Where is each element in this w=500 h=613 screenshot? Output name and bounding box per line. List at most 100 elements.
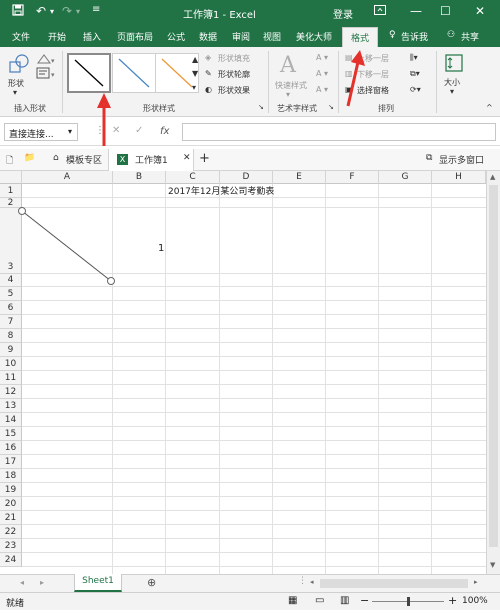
maximize-icon[interactable]: ☐ [440,4,451,18]
formula-input[interactable] [182,123,496,141]
send-backward-button[interactable]: 下移一层 [357,69,389,80]
tab-template-zone[interactable]: 模板专区 [66,153,102,166]
hscroll-left-icon[interactable]: ◂ [310,578,314,586]
align-icon[interactable]: ⫼▾ [410,53,418,63]
vertical-scrollbar[interactable]: ▲ ▼ [486,171,500,574]
undo-icon[interactable]: ↶ [36,4,46,18]
group-objects-icon[interactable]: ⧉▾ [410,69,420,79]
tell-me-icon[interactable]: ♀ [389,30,396,40]
send-backward-icon[interactable]: ▥ [345,69,353,78]
new-sheet-icon[interactable]: ⊕ [147,576,156,589]
gallery-scroll-down-icon[interactable]: ▼ [192,69,198,78]
wordart-icon[interactable]: A [280,53,296,78]
shape-dropdown-icon[interactable]: ▾ [13,88,17,97]
shapes-icon[interactable] [8,53,30,75]
horizontal-scrollbar[interactable] [320,579,468,588]
tab-review[interactable]: 审阅 [232,30,250,43]
page-layout-view-icon[interactable]: ▭ [315,595,324,606]
tab-file[interactable]: 文件 [12,30,30,43]
save-icon[interactable] [12,4,24,19]
gallery-more-icon[interactable]: ▾ [192,83,196,92]
sheet-next-icon[interactable]: ▸ [40,578,44,587]
open-folder-icon[interactable]: 📁 [24,153,35,163]
insert-function-icon[interactable]: fx [160,126,169,137]
zoom-level[interactable]: 100% [462,596,488,606]
rotate-icon[interactable]: ⟳▾ [410,85,421,94]
quick-styles-button[interactable]: 快速样式 [275,80,307,91]
scroll-down-icon[interactable]: ▼ [490,561,495,569]
shape-style-gallery-item-2[interactable] [112,53,156,93]
minimize-icon[interactable]: — [410,4,422,18]
shape-outline-button[interactable]: 形状轮廓 [218,69,250,80]
quick-styles-dropdown-icon[interactable]: ▾ [286,90,290,99]
gallery-scroll-up-icon[interactable]: ▲ [192,55,198,64]
tab-formulas[interactable]: 公式 [167,30,185,43]
spreadsheet-grid[interactable]: ABCDEFGH 1 2 3 4 5 6 7 8 9 10 11 12 13 14 15 16 17 18 19 20… [0,171,486,574]
share-icon[interactable]: ⚇ [447,30,455,40]
text-box-icon[interactable]: ▾ [36,67,58,79]
shape-fill-button[interactable]: 形状填充 [218,53,250,64]
tab-split-icon[interactable]: ⋮ [298,576,307,586]
tab-data[interactable]: 数据 [199,30,217,43]
bring-forward-button[interactable]: 上移一层 [357,53,389,64]
edit-shape-icon[interactable]: ▾ [36,53,58,65]
collapse-ribbon-icon[interactable]: ^ [486,103,493,112]
shape-effects-icon[interactable]: ◐ [205,85,212,94]
tab-workbook[interactable]: X 工作簿1 ✕ [108,149,194,171]
shape-style-gallery-item-1[interactable] [67,53,111,93]
tab-tell-me[interactable]: 告诉我 [401,30,428,43]
normal-view-icon[interactable]: ▦ [288,595,297,606]
add-tab-icon[interactable]: + [199,151,210,166]
selection-pane-button[interactable]: 选择窗格 [357,85,389,96]
customize-toolbar-icon[interactable]: ≡ [92,4,100,15]
zoom-in-icon[interactable]: + [448,594,457,607]
tab-insert[interactable]: 插入 [83,30,101,43]
name-box[interactable]: 直接连接... [4,123,78,141]
text-fill-icon[interactable]: A ▾ [316,53,328,62]
tab-format[interactable]: 格式 [342,27,379,47]
zoom-slider-thumb[interactable] [407,597,410,606]
wordart-launcher-icon[interactable]: ↘ [328,103,334,111]
page-break-view-icon[interactable]: ▥ [340,595,349,606]
shape-effects-button[interactable]: 形状效果 [218,85,250,96]
scroll-up-icon[interactable]: ▲ [490,173,495,181]
confirm-entry-icon[interactable]: ✓ [135,125,143,136]
sheet-tab-sheet1[interactable]: Sheet1 [74,574,122,592]
size-icon[interactable] [444,53,464,73]
tab-view[interactable]: 视图 [263,30,281,43]
selection-pane-icon[interactable]: ▣ [345,85,353,94]
tab-page-layout[interactable]: 页面布局 [117,30,153,43]
tab-beautify[interactable]: 美化大师 [296,30,332,43]
share-button[interactable]: 共享 [461,30,479,43]
windows-icon[interactable]: ⧉ [426,153,432,163]
line-start-handle[interactable] [18,207,26,215]
close-icon[interactable]: ✕ [475,4,485,18]
scroll-thumb[interactable] [489,185,498,547]
shape-outline-icon[interactable]: ✎ [205,69,212,78]
size-dropdown-icon[interactable]: ▾ [450,87,454,96]
shape-fill-icon[interactable]: ◈ [205,53,211,62]
cancel-entry-icon[interactable]: ✕ [112,125,120,136]
tab-home[interactable]: 开始 [48,30,66,43]
redo-icon[interactable]: ↷ [62,4,72,18]
diagonal-line-shape[interactable] [0,171,486,574]
close-tab-icon[interactable]: ✕ [183,153,191,163]
undo-dropdown-icon[interactable]: ▾ [50,7,54,16]
name-box-dropdown-icon[interactable]: ▾ [68,127,72,136]
template-zone-icon[interactable]: ⌂ [53,153,59,163]
more-options-icon[interactable]: ⋮ [95,125,105,136]
sheet-prev-icon[interactable]: ◂ [20,578,24,587]
zoom-out-icon[interactable]: − [360,594,369,607]
line-end-handle[interactable] [107,277,115,285]
shape-styles-launcher-icon[interactable]: ↘ [258,103,264,111]
new-file-icon[interactable]: 🗋 [6,153,13,169]
hscroll-right-icon[interactable]: ▸ [474,578,478,586]
text-effects-icon[interactable]: A ▾ [316,85,328,94]
show-windows-button[interactable]: 显示多窗口 [439,153,484,166]
workbook-tab-label: 工作簿1 [135,156,168,166]
bring-forward-icon[interactable]: ▤ [345,53,353,62]
redo-dropdown-icon[interactable]: ▾ [76,7,80,16]
text-outline-icon[interactable]: A ▾ [316,69,328,78]
login-link[interactable]: 登录 [333,6,353,21]
ribbon-display-icon[interactable] [374,4,386,18]
